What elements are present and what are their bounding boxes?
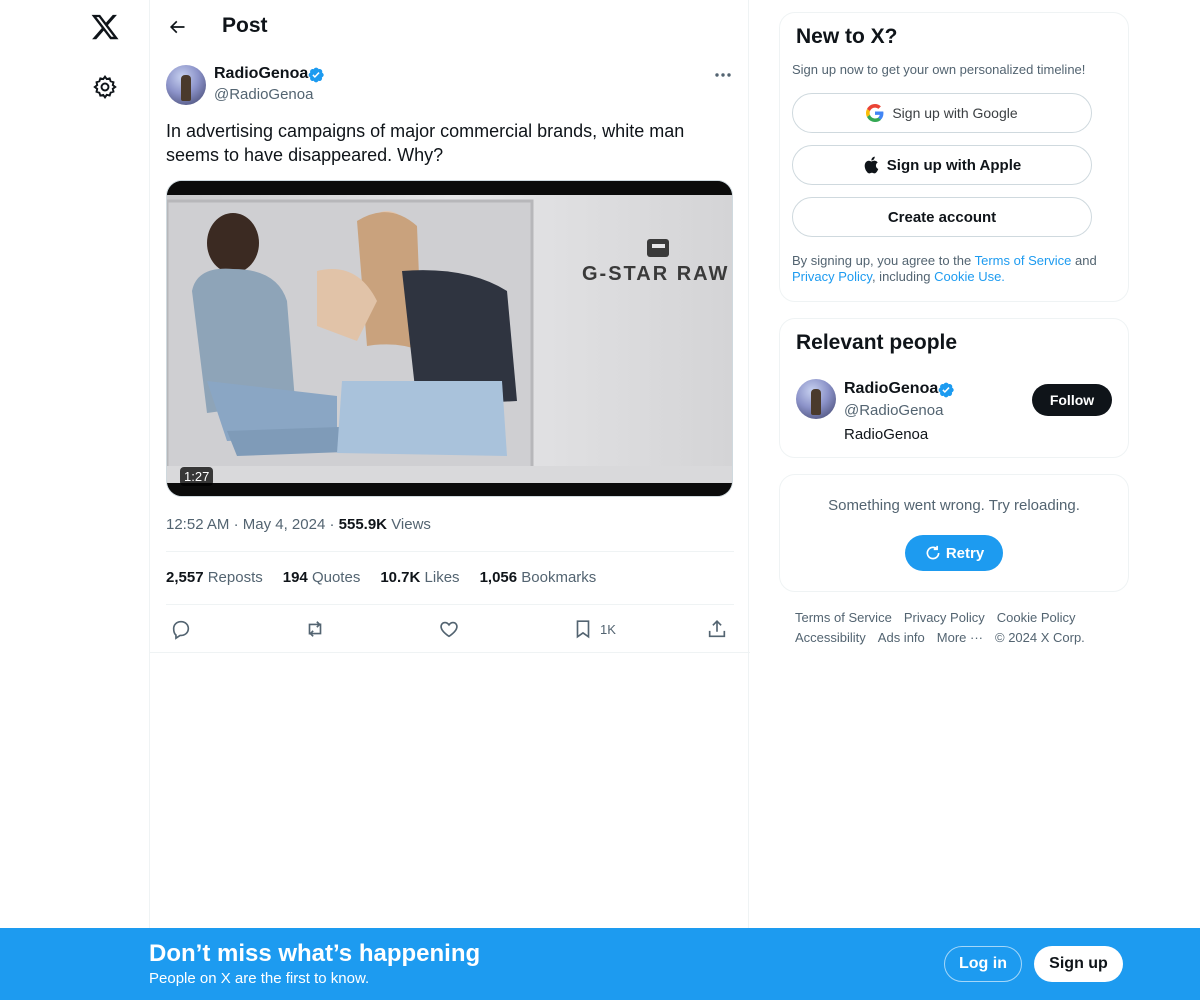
likes-label: Likes	[424, 569, 460, 586]
footer-privacy-link[interactable]: Privacy Policy	[904, 610, 985, 625]
divider	[166, 604, 734, 605]
main-column: Post RadioGenoa @RadioGenoa In advertisi…	[149, 0, 750, 1000]
signup-card-title: New to X?	[796, 25, 898, 48]
legal-text: and	[1071, 253, 1097, 268]
signup-legal: By signing up, you agree to the Terms of…	[792, 253, 1122, 285]
avatar[interactable]	[796, 379, 836, 419]
post-text: In advertising campaigns of major commer…	[166, 121, 685, 165]
heart-icon	[440, 621, 458, 638]
repost-button[interactable]	[304, 614, 326, 644]
copyright: © 2024 X Corp.	[995, 630, 1085, 645]
person-handle[interactable]: @RadioGenoa	[844, 402, 943, 419]
quotes-count: 194	[282, 569, 308, 586]
share-button[interactable]	[706, 614, 728, 644]
gear-icon[interactable]	[92, 74, 118, 100]
post-meta: 12:52 AM · May 4, 2024 · 555.9K Views	[166, 516, 431, 533]
refresh-icon	[926, 545, 940, 560]
follow-button[interactable]: Follow	[1032, 384, 1112, 416]
footer-links: Terms of Service Privacy Policy Cookie Pol…	[795, 608, 1125, 648]
post-actions: 1K	[166, 614, 734, 644]
more-dots-icon	[715, 73, 731, 77]
footer-terms-link[interactable]: Terms of Service	[795, 610, 892, 625]
bookmarks-stat[interactable]: 1,056 Bookmarks	[480, 569, 597, 586]
views-count: 555.9K	[338, 516, 388, 533]
brand-text: G-STAR RAW	[582, 263, 729, 285]
reposts-label: Reposts	[207, 569, 263, 586]
signup-google-button[interactable]: Sign up with Google	[792, 93, 1092, 133]
footer-more-link[interactable]: More ···	[937, 630, 983, 645]
signup-banner: Don’t miss what’s happening People on X …	[0, 928, 1200, 1000]
retry-label: Retry	[945, 544, 985, 562]
verified-badge-icon	[937, 381, 955, 399]
reposts-count: 2,557	[166, 569, 204, 586]
error-card: Something went wrong. Try reloading. Ret…	[779, 474, 1129, 592]
post-video[interactable]: G-STAR RAW 1:27	[166, 180, 733, 497]
signup-apple-label: Sign up with Apple	[886, 156, 1022, 174]
banner-title: Don’t miss what’s happening	[149, 940, 481, 967]
relevant-people-card: Relevant people RadioGenoa @RadioGenoa R…	[779, 318, 1129, 458]
quotes-stat[interactable]: 194 Quotes	[283, 569, 361, 586]
reply-icon	[172, 620, 190, 640]
login-button[interactable]: Log in	[944, 946, 1022, 982]
bookmarks-label: Bookmarks	[521, 569, 597, 586]
person-name[interactable]: RadioGenoa	[844, 380, 938, 398]
apple-icon	[864, 156, 879, 174]
cookie-link[interactable]: Cookie Use.	[934, 269, 1005, 284]
reply-button[interactable]	[170, 614, 192, 644]
create-account-label: Create account	[887, 208, 997, 226]
reposts-stat[interactable]: 2,557 Reposts	[166, 569, 263, 586]
bookmark-button[interactable]: 1K	[572, 614, 616, 644]
bookmark-icon	[576, 620, 590, 639]
x-logo-icon[interactable]	[90, 12, 120, 42]
page-title: Post	[222, 14, 268, 37]
bookmarks-count: 1,056	[479, 569, 518, 586]
share-icon	[708, 620, 726, 638]
author-handle[interactable]: @RadioGenoa	[214, 86, 313, 103]
relevant-people-title: Relevant people	[796, 331, 958, 354]
legal-text: , including	[871, 269, 935, 284]
repost-icon	[308, 621, 322, 637]
post-stats: 2,557 Reposts 194 Quotes 10.7K Likes 1,0…	[166, 569, 596, 586]
retry-button[interactable]: Retry	[905, 535, 1003, 571]
post-header: Post	[150, 0, 750, 54]
meta-separator: ·	[233, 516, 243, 533]
footer-cookie-link[interactable]: Cookie Policy	[997, 610, 1076, 625]
views-label: Views	[391, 516, 431, 533]
banner-subtitle: People on X are the first to know.	[149, 970, 370, 987]
post-time[interactable]: 12:52 AM	[166, 516, 229, 533]
meta-separator: ·	[329, 516, 339, 533]
video-thumbnail: G-STAR RAW	[167, 181, 732, 496]
legal-text: By signing up, you agree to the	[792, 253, 975, 268]
quotes-label: Quotes	[311, 569, 361, 586]
footer-accessibility-link[interactable]: Accessibility	[795, 630, 866, 645]
google-icon	[866, 104, 884, 122]
more-options-button[interactable]	[712, 66, 734, 84]
author-avatar[interactable]	[166, 65, 206, 105]
error-message: Something went wrong. Try reloading.	[828, 497, 1080, 514]
verified-badge-icon	[307, 66, 325, 84]
video-duration: 1:27	[180, 467, 214, 486]
terms-link[interactable]: Terms of Service	[975, 253, 1072, 268]
likes-stat[interactable]: 10.7K Likes	[380, 569, 459, 586]
bookmark-count: 1K	[600, 621, 616, 637]
divider	[166, 551, 734, 552]
privacy-link[interactable]: Privacy Policy	[792, 269, 872, 284]
create-account-button[interactable]: Create account	[792, 197, 1092, 237]
signup-google-label: Sign up with Google	[892, 105, 1018, 121]
signup-card: New to X? Sign up now to get your own pe…	[779, 12, 1129, 302]
footer-ads-link[interactable]: Ads info	[878, 630, 925, 645]
arrow-left-icon	[169, 20, 185, 34]
back-button[interactable]	[164, 14, 190, 40]
signup-button[interactable]: Sign up	[1034, 946, 1123, 982]
signup-apple-button[interactable]: Sign up with Apple	[792, 145, 1092, 185]
person-bio: RadioGenoa	[844, 426, 929, 443]
author-name[interactable]: RadioGenoa	[214, 65, 308, 83]
likes-count: 10.7K	[380, 569, 421, 586]
like-button[interactable]	[438, 614, 460, 644]
left-nav	[0, 0, 150, 1000]
post-date[interactable]: May 4, 2024	[243, 516, 326, 533]
divider	[150, 652, 750, 653]
signup-card-subtitle: Sign up now to get your own personalized…	[792, 62, 1086, 77]
